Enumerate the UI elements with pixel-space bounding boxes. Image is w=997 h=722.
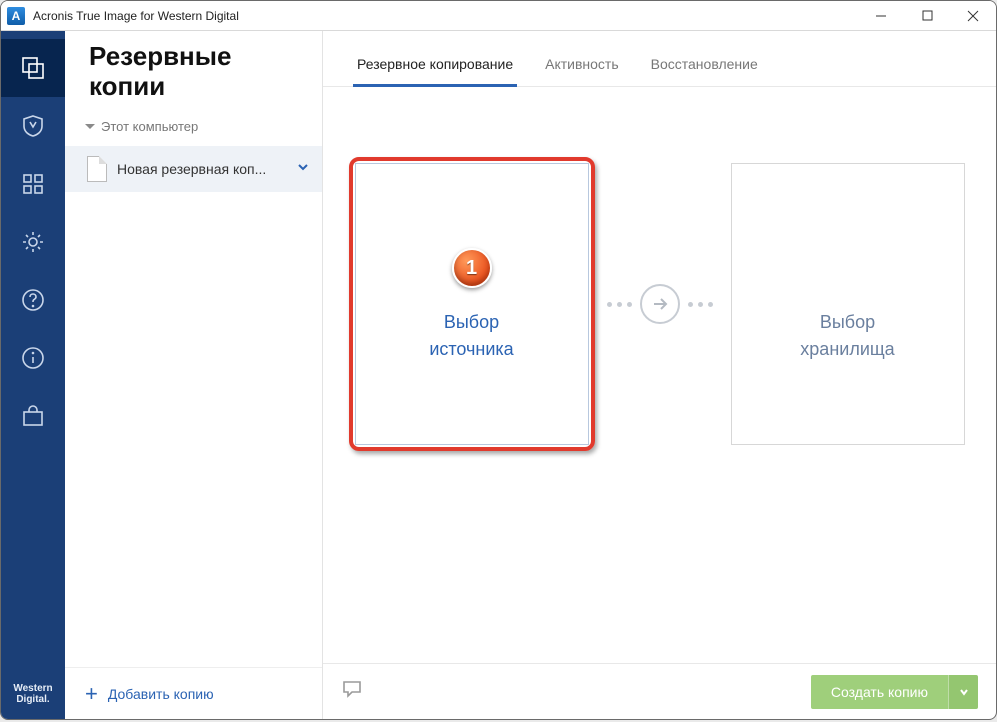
sidebar-backup-item[interactable]: Новая резервная коп... (65, 146, 322, 192)
sidebar: Резервные копии Этот компьютер Новая рез… (65, 31, 323, 719)
flow-connector (607, 284, 713, 324)
brand-line2: Digital. (1, 694, 65, 705)
source-card-wrap: 1 Выбор источника (355, 163, 589, 445)
window-title: Acronis True Image for Western Digital (33, 9, 239, 23)
nav-info-icon[interactable] (1, 329, 65, 387)
title-bar: A Acronis True Image for Western Digital (1, 1, 996, 31)
chevron-down-icon[interactable] (296, 160, 310, 179)
tab-activity[interactable]: Активность (531, 56, 633, 86)
main-panel: Резервное копирование Активность Восстан… (323, 31, 996, 719)
brand-line1: Western (1, 683, 65, 694)
nav-help-icon[interactable] (1, 271, 65, 329)
source-label-l2: источника (429, 339, 513, 360)
tab-backup[interactable]: Резервное копирование (343, 56, 527, 86)
source-label-l1: Выбор (444, 312, 499, 333)
comment-icon[interactable] (341, 678, 363, 705)
plus-icon: + (85, 683, 98, 705)
create-backup-button[interactable]: Создать копию (811, 675, 948, 709)
dots-left (607, 302, 632, 307)
nav-protection-icon[interactable] (1, 97, 65, 155)
sidebar-section-label: Этот компьютер (101, 119, 198, 134)
file-icon (87, 156, 107, 182)
add-backup-label: Добавить копию (108, 686, 214, 702)
main-footer: Создать копию (323, 663, 996, 719)
create-backup-button-group: Создать копию (811, 675, 978, 709)
add-backup-button[interactable]: + Добавить копию (65, 667, 322, 719)
maximize-button[interactable] (904, 1, 950, 31)
callout-badge: 1 (452, 248, 492, 288)
backup-canvas: 1 Выбор источника (323, 87, 996, 663)
select-destination-card[interactable]: Выбор хранилища (731, 163, 965, 445)
backup-item-label: Новая резервная коп... (117, 161, 286, 177)
select-source-card[interactable]: 1 Выбор источника (355, 163, 589, 445)
sidebar-heading-l1: Резервные (89, 41, 322, 71)
brand-logo: Western Digital. (1, 673, 65, 719)
nav-tools-icon[interactable] (1, 155, 65, 213)
caret-down-icon (85, 124, 95, 129)
create-backup-dropdown[interactable] (948, 675, 978, 709)
sidebar-heading: Резервные копии (89, 41, 322, 101)
dest-label-l2: хранилища (800, 339, 894, 360)
sidebar-heading-l2: копии (89, 71, 322, 101)
nav-rail: Western Digital. (1, 31, 65, 719)
dest-label-l1: Выбор (820, 312, 875, 333)
app-icon: A (7, 7, 25, 25)
minimize-button[interactable] (858, 1, 904, 31)
nav-backup-icon[interactable] (1, 39, 65, 97)
app-window: A Acronis True Image for Western Digital (0, 0, 997, 720)
nav-store-icon[interactable] (1, 387, 65, 445)
sidebar-section-this-pc[interactable]: Этот компьютер (65, 115, 322, 138)
dots-right (688, 302, 713, 307)
window-controls (858, 1, 996, 31)
arrow-right-icon (640, 284, 680, 324)
tab-restore[interactable]: Восстановление (637, 56, 772, 86)
tabs: Резервное копирование Активность Восстан… (323, 31, 996, 87)
nav-settings-icon[interactable] (1, 213, 65, 271)
close-button[interactable] (950, 1, 996, 31)
